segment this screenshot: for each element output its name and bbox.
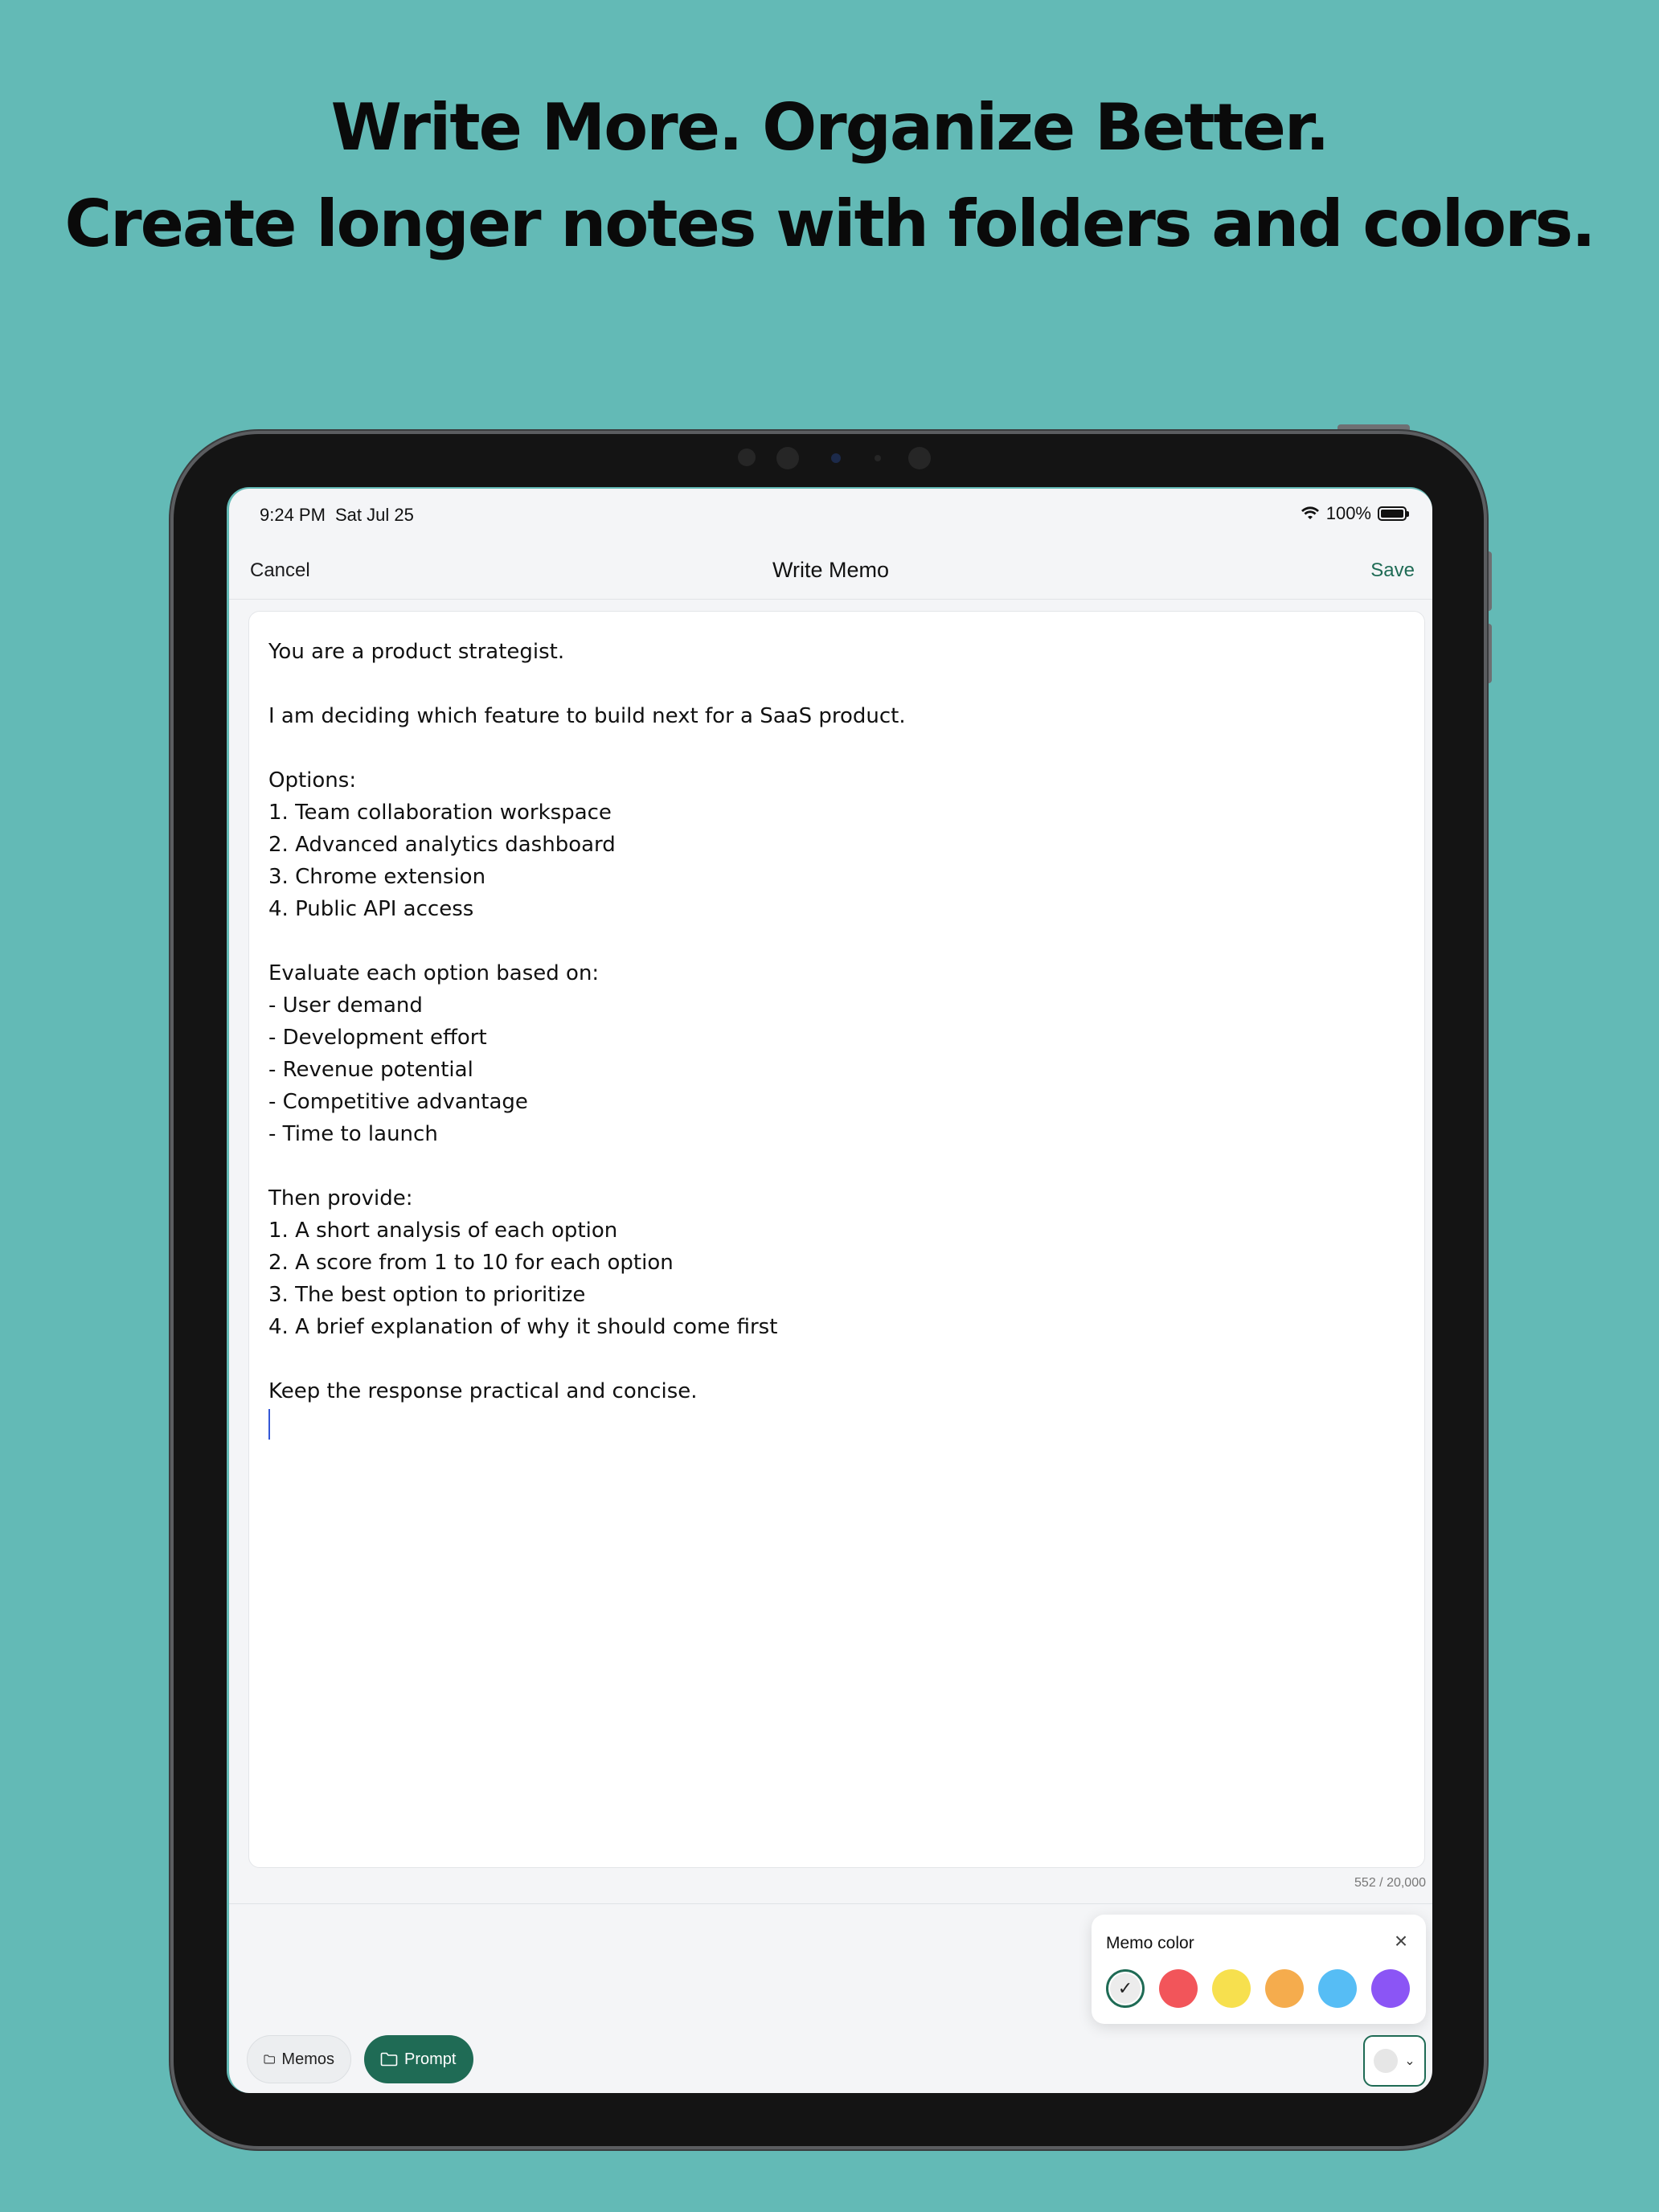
battery-icon — [1378, 506, 1409, 521]
face-sensor-icon — [908, 447, 931, 469]
nav-bar: Cancel Write Memo Save — [229, 545, 1432, 600]
popover-title: Memo color — [1106, 1934, 1194, 1952]
current-color-dot — [1374, 2049, 1399, 2073]
folder-icon — [380, 2052, 398, 2067]
close-icon[interactable]: × — [1389, 1929, 1413, 1953]
memo-editor[interactable]: You are a product strategist. I am decid… — [248, 611, 1425, 1868]
check-icon: ✓ — [1110, 1973, 1141, 2004]
folder-prompt-button[interactable]: Prompt — [364, 2035, 473, 2083]
sensor-icon — [738, 449, 756, 466]
status-right: 100% — [1301, 503, 1409, 524]
page-title: Write Memo — [772, 558, 890, 582]
folder-memos-button[interactable]: Memos — [247, 2035, 351, 2083]
swatch-orange[interactable] — [1265, 1969, 1304, 2008]
status-time: 9:24 PM — [260, 505, 326, 525]
swatch-blue[interactable] — [1318, 1969, 1357, 2008]
battery-percent: 100% — [1325, 503, 1371, 523]
text-cursor — [268, 1409, 270, 1440]
wifi-icon — [1301, 506, 1319, 519]
folder-label: Prompt — [404, 2050, 457, 2068]
folder-label: Memos — [281, 2050, 334, 2068]
character-count: 552 / 20,000 — [1354, 1876, 1426, 1890]
memo-color-popover: Memo color × ✓ — [1092, 1915, 1426, 2024]
headline-line-1: Write More. Organize Better. — [330, 90, 1330, 165]
camera-icon — [776, 447, 799, 469]
color-picker-button[interactable]: ⌄ — [1363, 2035, 1426, 2087]
folder-icon — [264, 2054, 275, 2064]
status-bar: 9:24 PM Sat Jul 25 100% — [229, 497, 1432, 529]
swatch-yellow[interactable] — [1212, 1969, 1251, 2008]
status-date: Sat Jul 25 — [335, 505, 414, 525]
chevron-down-icon: ⌄ — [1404, 2054, 1415, 2068]
camera-lens-icon — [831, 453, 841, 463]
save-button[interactable]: Save — [1370, 559, 1415, 582]
divider — [229, 1903, 1432, 1904]
swatch-purple[interactable] — [1371, 1969, 1410, 2008]
swatch-default[interactable]: ✓ — [1106, 1969, 1145, 2008]
app-screen: 9:24 PM Sat Jul 25 100% Cancel Write Mem… — [227, 487, 1432, 2093]
memo-text[interactable]: You are a product strategist. I am decid… — [268, 636, 1405, 1407]
color-swatches: ✓ — [1106, 1969, 1410, 2008]
sensor-dot-icon — [875, 455, 881, 461]
headline-line-2: Create longer notes with folders and col… — [64, 186, 1596, 261]
swatch-red[interactable] — [1159, 1969, 1198, 2008]
